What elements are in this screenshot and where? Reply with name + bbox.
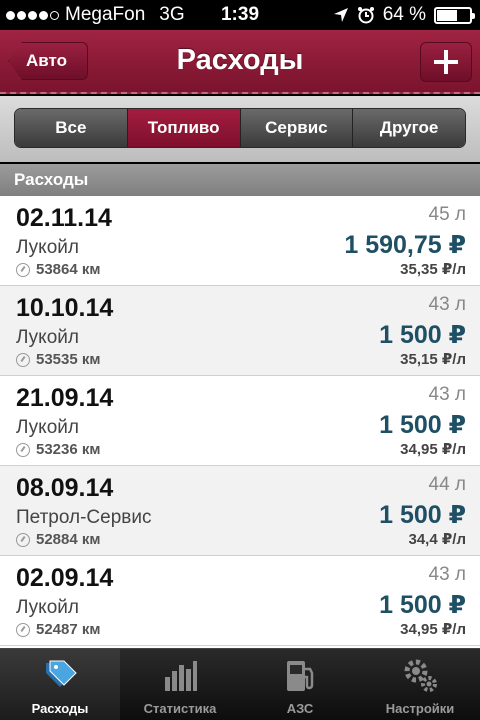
expense-date: 10.10.14 — [16, 294, 114, 322]
price-per-liter: 35,35 ₽/л — [400, 261, 466, 278]
fuel-volume: 43 л — [428, 294, 467, 315]
fuel-pump-icon — [287, 661, 314, 691]
add-expense-button[interactable] — [420, 42, 472, 82]
expense-date: 02.09.14 — [16, 564, 114, 592]
list-item[interactable]: 21.09.14 Лукойл 53236 км 43 л 1 500 ₽ 34… — [0, 376, 480, 466]
price-per-liter: 34,95 ₽/л — [400, 621, 466, 638]
odometer-value: 52884 км — [36, 531, 101, 548]
tab-label: Настройки — [385, 701, 455, 716]
fuel-volume: 44 л — [428, 474, 467, 495]
station-name: Петрол-Сервис — [16, 507, 152, 528]
expense-amount: 1 590,75 ₽ — [344, 231, 466, 259]
expense-date: 08.09.14 — [16, 474, 114, 502]
page-title: Расходы — [176, 44, 304, 76]
odometer-icon — [16, 352, 30, 367]
fuel-volume: 43 л — [428, 564, 467, 585]
category-segmented-control: Все Топливо Сервис Другое — [14, 108, 466, 148]
segment-all[interactable]: Все — [15, 109, 128, 147]
odometer: 53864 км — [16, 261, 100, 278]
expense-amount: 1 500 ₽ — [379, 501, 466, 529]
section-header: Расходы — [0, 164, 480, 196]
expense-list: 02.11.14 Лукойл 53864 км 45 л 1 590,75 ₽… — [0, 196, 480, 648]
price-per-liter: 34,95 ₽/л — [400, 441, 466, 458]
expense-amount: 1 500 ₽ — [379, 411, 466, 439]
battery-icon — [434, 6, 475, 24]
price-per-liter: 34,4 ₽/л — [408, 531, 467, 548]
odometer: 52487 км — [16, 621, 100, 638]
status-bar: MegaFon 3G 1:39 64 % — [0, 0, 480, 30]
station-name: Лукойл — [16, 417, 79, 438]
tab-label: Расходы — [31, 701, 89, 716]
station-name: Лукойл — [16, 597, 79, 618]
expense-amount: 1 500 ₽ — [379, 591, 466, 619]
bar-chart-icon — [165, 661, 197, 691]
odometer-value: 53535 км — [36, 351, 101, 368]
expense-date: 21.09.14 — [16, 384, 114, 412]
odometer-value: 53864 км — [36, 261, 101, 278]
tags-icon — [46, 660, 77, 687]
price-per-liter: 35,15 ₽/л — [400, 351, 466, 368]
odometer-value: 53236 км — [36, 441, 101, 458]
odometer-icon — [16, 622, 30, 637]
segment-other[interactable]: Другое — [353, 109, 465, 147]
gears-icon — [404, 659, 437, 692]
filter-bar: Все Топливо Сервис Другое — [0, 96, 480, 162]
alarm-clock-icon — [357, 7, 374, 24]
tab-bar: Расходы Статистика АЗС Настройки — [0, 648, 480, 720]
tab-label: Статистика — [143, 701, 217, 716]
segment-service[interactable]: Сервис — [240, 109, 354, 147]
list-item[interactable]: 10.10.14 Лукойл 53535 км 43 л 1 500 ₽ 35… — [0, 286, 480, 376]
odometer-icon — [16, 442, 30, 457]
segment-fuel[interactable]: Топливо — [127, 109, 241, 147]
tab-expenses[interactable]: Расходы — [0, 649, 120, 720]
fuel-volume: 43 л — [428, 384, 467, 405]
fuel-volume: 45 л — [428, 204, 467, 225]
location-arrow-icon — [333, 8, 348, 22]
station-name: Лукойл — [16, 327, 79, 348]
odometer-icon — [16, 262, 30, 277]
expense-amount: 1 500 ₽ — [379, 321, 466, 349]
tab-settings[interactable]: Настройки — [360, 649, 480, 720]
tab-label: АЗС — [286, 701, 314, 716]
battery-percent: 64 % — [382, 4, 426, 25]
list-item[interactable]: 08.09.14 Петрол-Сервис 52884 км 44 л 1 5… — [0, 466, 480, 556]
odometer-icon — [16, 532, 30, 547]
tab-gas-stations[interactable]: АЗС — [240, 649, 360, 720]
list-item[interactable]: 02.11.14 Лукойл 53864 км 45 л 1 590,75 ₽… — [0, 196, 480, 286]
odometer: 53236 км — [16, 441, 100, 458]
station-name: Лукойл — [16, 237, 79, 258]
odometer: 52884 км — [16, 531, 100, 548]
expense-date: 02.11.14 — [16, 204, 112, 232]
list-item[interactable]: 02.09.14 Лукойл 52487 км 43 л 1 500 ₽ 34… — [0, 556, 480, 646]
navigation-bar: Авто Расходы — [0, 30, 480, 94]
odometer-value: 52487 км — [36, 621, 101, 638]
tab-statistics[interactable]: Статистика — [120, 649, 240, 720]
odometer: 53535 км — [16, 351, 100, 368]
